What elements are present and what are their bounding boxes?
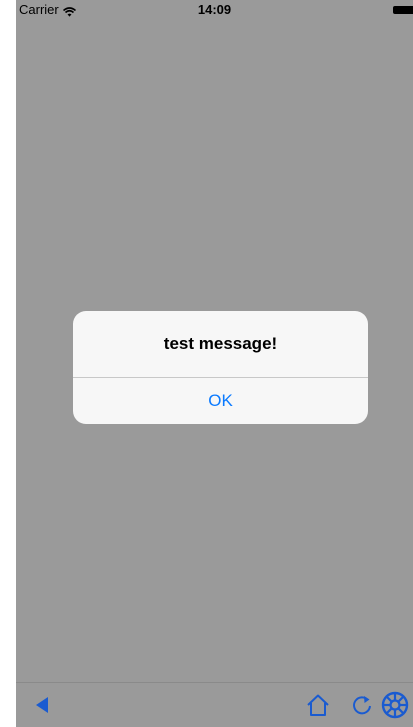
back-arrow-icon [36,697,48,713]
settings-button[interactable] [380,690,410,720]
bottom-toolbar [16,682,413,727]
reload-button[interactable] [349,692,375,718]
battery-icon [393,6,413,14]
home-button[interactable] [305,692,331,718]
status-time: 14:09 [197,2,232,17]
settings-wheel-icon [381,691,409,719]
ok-button[interactable]: OK [73,378,368,424]
home-icon [307,694,329,716]
back-button[interactable] [30,693,54,717]
alert-message: test message! [163,334,278,353]
phone-screen: Carrier 14:09 test message! OK [16,0,413,727]
reload-icon [353,696,371,715]
alert-dialog: test message! OK [73,311,368,424]
status-bar: Carrier 14:09 [16,0,413,20]
